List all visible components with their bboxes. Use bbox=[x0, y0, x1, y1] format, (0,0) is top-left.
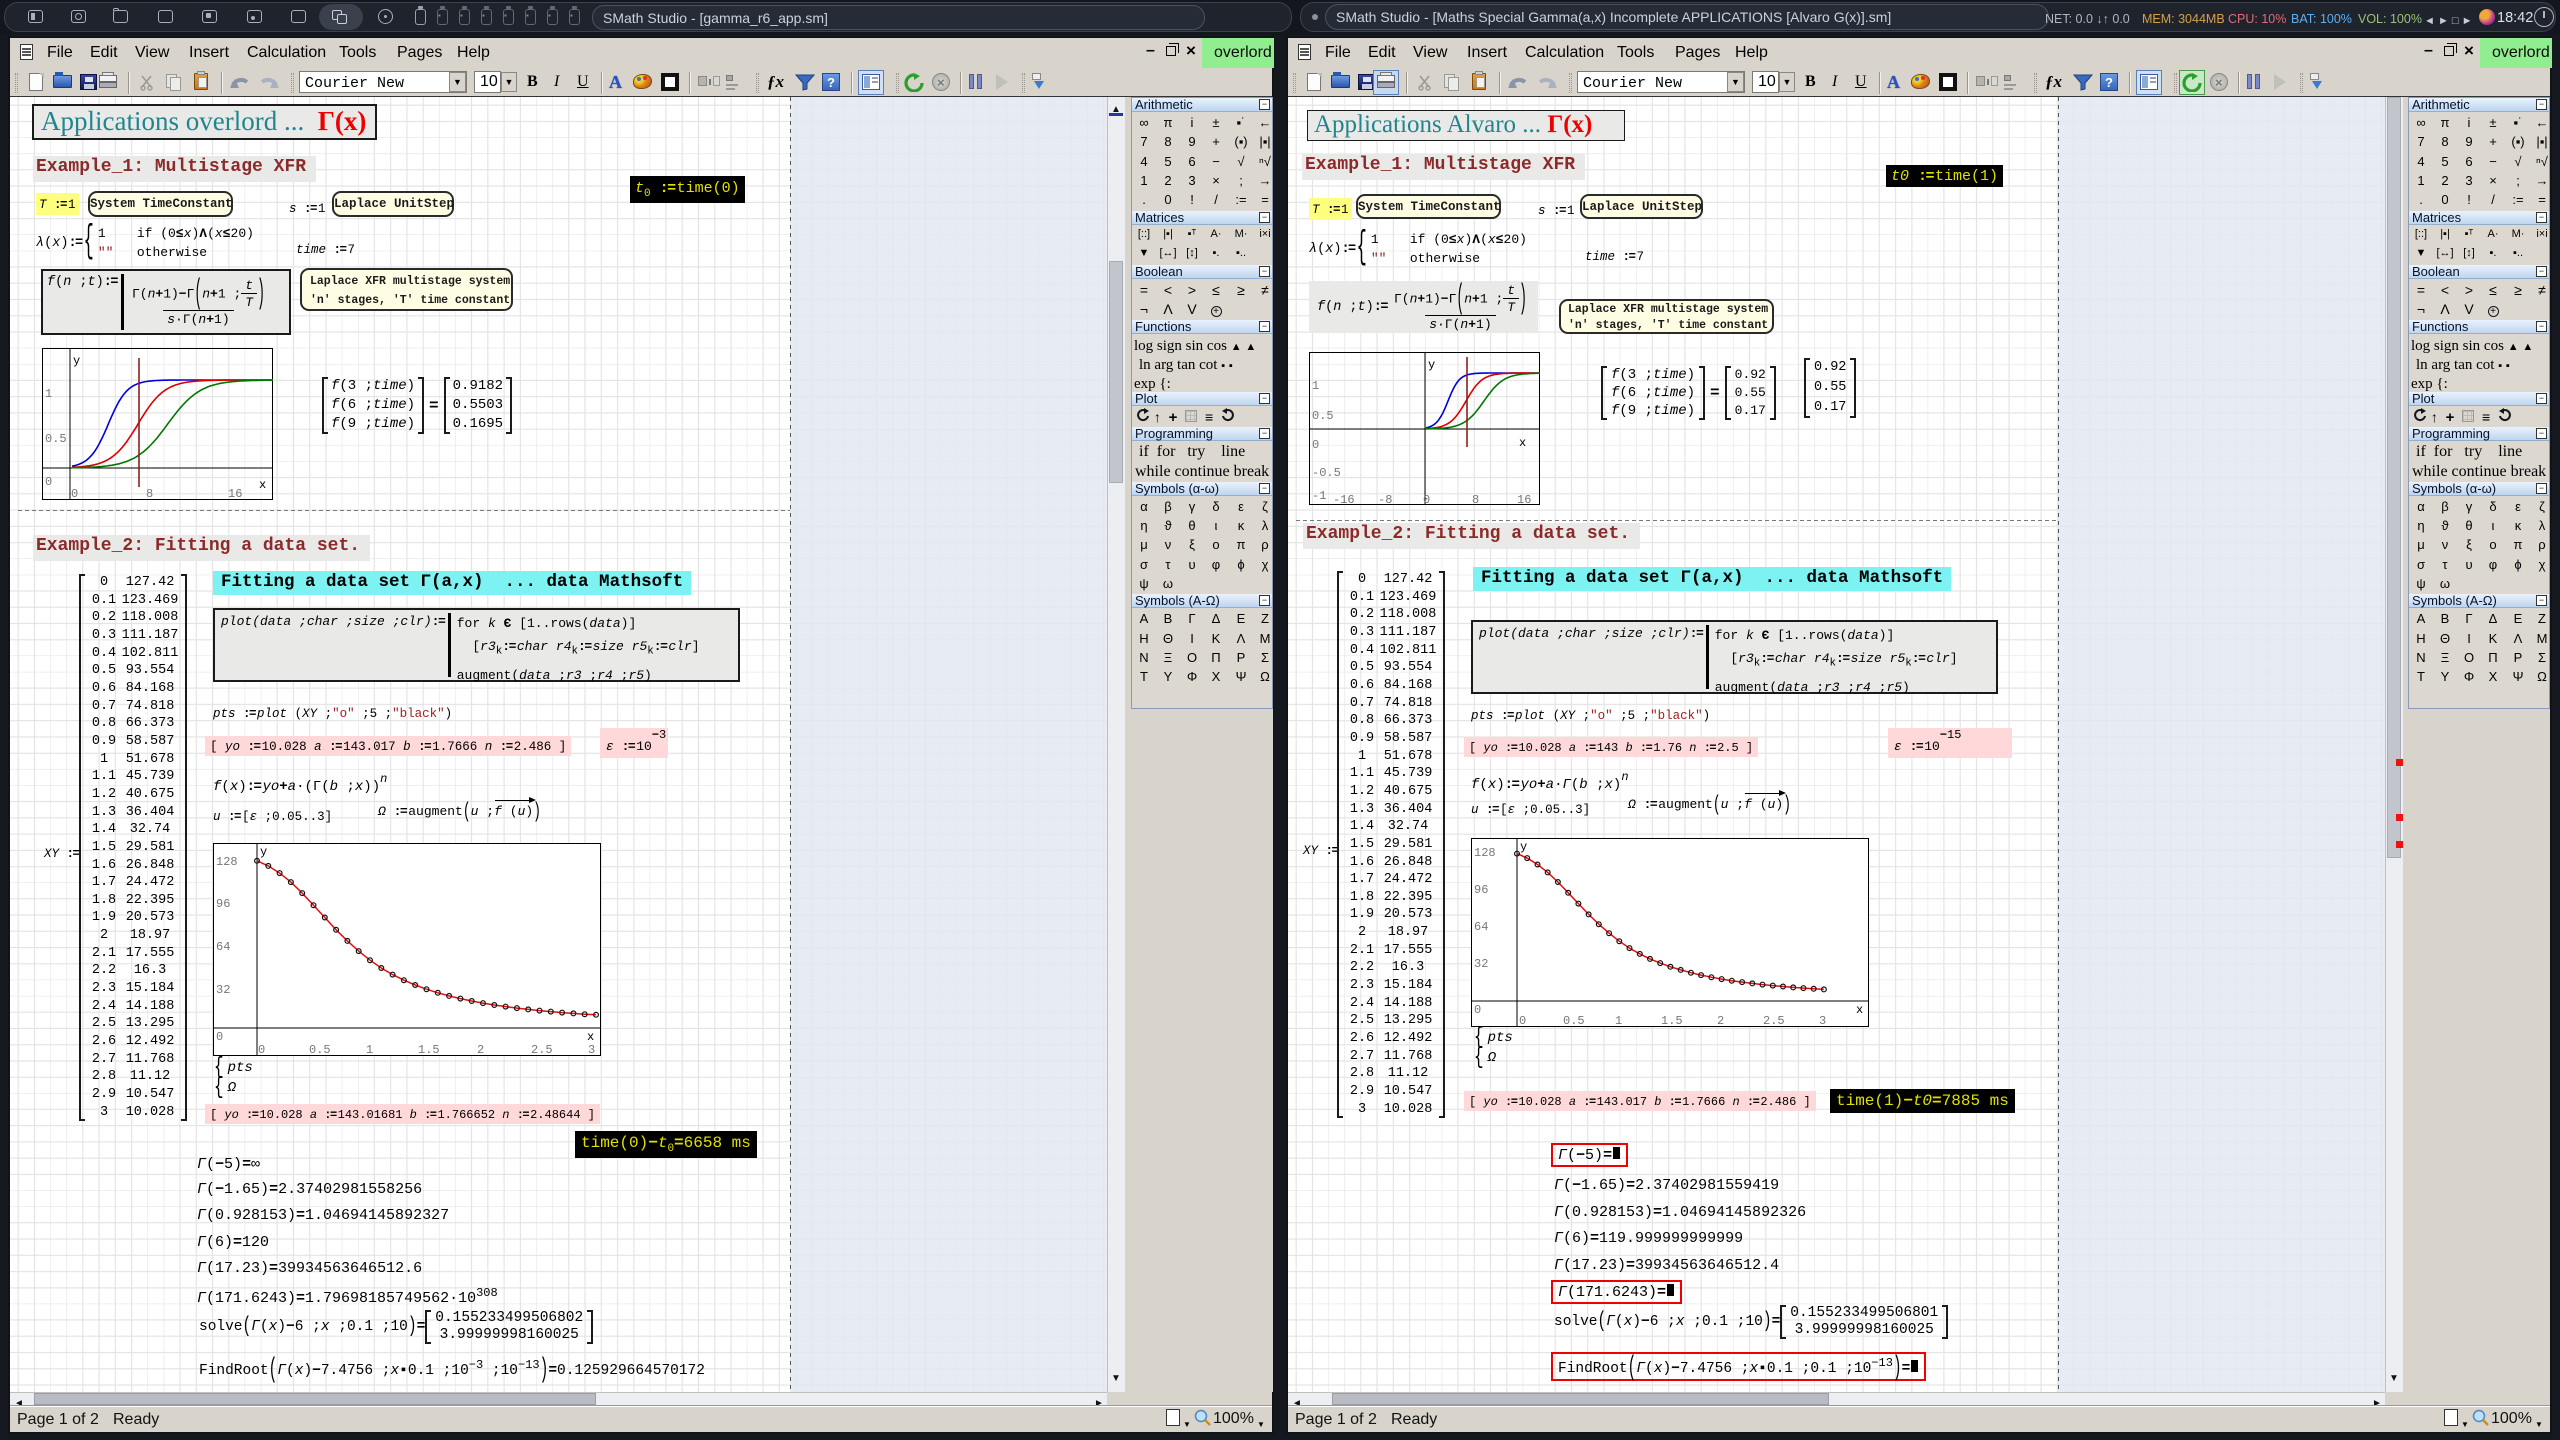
svg-text:32: 32 bbox=[1474, 957, 1488, 971]
svg-text:16: 16 bbox=[228, 487, 242, 500]
svg-text:96: 96 bbox=[216, 897, 230, 911]
svg-text:128: 128 bbox=[1474, 846, 1496, 860]
svg-text:1.5: 1.5 bbox=[1661, 1014, 1683, 1027]
svg-text:3: 3 bbox=[588, 1043, 595, 1056]
svg-text:x: x bbox=[259, 478, 266, 492]
svg-text:x: x bbox=[1519, 436, 1526, 450]
svg-text:0: 0 bbox=[1519, 1014, 1526, 1027]
svg-text:0: 0 bbox=[71, 487, 78, 500]
svg-text:96: 96 bbox=[1474, 883, 1488, 897]
svg-text:1: 1 bbox=[1312, 379, 1319, 393]
svg-text:8: 8 bbox=[1472, 493, 1479, 505]
svg-text:0: 0 bbox=[45, 475, 52, 489]
svg-text:64: 64 bbox=[1474, 920, 1488, 934]
svg-text:0.5: 0.5 bbox=[1563, 1014, 1585, 1027]
svg-text:2.5: 2.5 bbox=[1763, 1014, 1785, 1027]
svg-text:y: y bbox=[260, 845, 267, 859]
svg-text:0: 0 bbox=[216, 1030, 223, 1044]
svg-text:x: x bbox=[1856, 1003, 1863, 1017]
svg-text:-1: -1 bbox=[1312, 489, 1326, 503]
svg-text:y: y bbox=[1520, 840, 1527, 854]
svg-text:32: 32 bbox=[216, 983, 230, 997]
svg-text:x: x bbox=[587, 1030, 594, 1044]
svg-text:2: 2 bbox=[477, 1043, 484, 1056]
svg-text:-0.5: -0.5 bbox=[1312, 466, 1341, 480]
svg-text:-16: -16 bbox=[1333, 493, 1355, 505]
svg-text:1.5: 1.5 bbox=[418, 1043, 440, 1056]
svg-text:1: 1 bbox=[366, 1043, 373, 1056]
svg-text:0: 0 bbox=[258, 1043, 265, 1056]
svg-text:3: 3 bbox=[1819, 1014, 1826, 1027]
svg-text:0.5: 0.5 bbox=[309, 1043, 331, 1056]
svg-text:16: 16 bbox=[1517, 493, 1531, 505]
svg-text:0: 0 bbox=[1423, 493, 1430, 505]
svg-text:0: 0 bbox=[1474, 1003, 1481, 1017]
svg-text:-8: -8 bbox=[1378, 493, 1392, 505]
svg-text:2.5: 2.5 bbox=[531, 1043, 553, 1056]
svg-text:2: 2 bbox=[1717, 1014, 1724, 1027]
svg-text:0.5: 0.5 bbox=[1312, 409, 1334, 423]
svg-text:8: 8 bbox=[146, 487, 153, 500]
svg-text:0: 0 bbox=[1312, 438, 1319, 452]
svg-text:1: 1 bbox=[1615, 1014, 1622, 1027]
svg-text:128: 128 bbox=[216, 855, 238, 869]
svg-text:64: 64 bbox=[216, 940, 230, 954]
svg-text:y: y bbox=[1428, 358, 1435, 372]
svg-text:0.5: 0.5 bbox=[45, 432, 67, 446]
svg-text:y: y bbox=[73, 354, 80, 368]
svg-text:1: 1 bbox=[45, 387, 52, 401]
